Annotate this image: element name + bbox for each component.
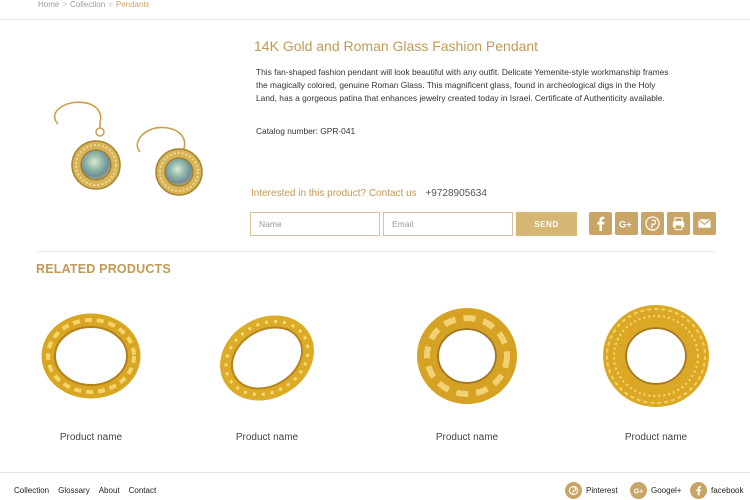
mail-share-button[interactable]	[693, 212, 716, 235]
google-plus-share-button[interactable]: G+	[615, 212, 638, 235]
pinterest-icon	[645, 216, 660, 231]
name-input[interactable]	[250, 212, 380, 236]
related-product-card[interactable]: Product name	[212, 300, 332, 450]
product-name[interactable]: Product name	[601, 432, 711, 443]
contact-line: Interested in this product? Contact us +…	[251, 188, 487, 199]
footer: Collection Glossary About Contact Pinter…	[0, 472, 750, 500]
footer-facebook-label: facebook	[711, 486, 744, 495]
footer-pinterest-link[interactable]: Pinterest	[565, 482, 618, 499]
svg-text:G+: G+	[619, 219, 632, 229]
google-plus-icon: G+	[619, 219, 632, 229]
footer-googleplus-label: Googel+	[651, 486, 682, 495]
related-product-card[interactable]: Product name	[412, 300, 532, 450]
breadcrumb-current: Pendants	[115, 0, 150, 9]
breadcrumb: Home > Collection > Pendants	[38, 0, 150, 10]
print-icon	[672, 217, 685, 231]
product-name[interactable]: Product name	[412, 432, 522, 443]
footer-link-about[interactable]: About	[99, 486, 120, 495]
breadcrumb-home[interactable]: Home	[38, 0, 59, 10]
google-plus-icon: G+	[630, 482, 647, 499]
product-thumbnail	[220, 315, 314, 401]
contact-phone[interactable]: +9728905634	[425, 188, 486, 199]
footer-pinterest-label: Pinterest	[586, 486, 618, 495]
send-button[interactable]: SEND	[516, 212, 577, 236]
footer-facebook-link[interactable]: facebook	[690, 482, 743, 499]
footer-link-collection[interactable]: Collection	[14, 486, 49, 495]
facebook-icon	[597, 216, 605, 231]
related-product-card[interactable]: Product name	[601, 300, 721, 450]
product-thumbnail	[603, 305, 709, 407]
footer-link-glossary[interactable]: Glossary	[58, 486, 90, 495]
product-name[interactable]: Product name	[212, 432, 322, 443]
product-name[interactable]: Product name	[36, 432, 146, 443]
facebook-share-button[interactable]	[589, 212, 612, 235]
related-product-card[interactable]: Product name	[36, 300, 156, 450]
top-bar: Home > Collection > Pendants	[0, 0, 750, 20]
catalog-number: Catalog number: GPR-041	[256, 126, 356, 136]
email-input[interactable]	[383, 212, 513, 236]
facebook-icon	[690, 482, 707, 499]
section-divider	[38, 251, 714, 252]
mail-icon	[698, 218, 711, 228]
breadcrumb-collection[interactable]: Collection	[70, 0, 105, 10]
product-image	[53, 101, 203, 196]
product-thumbnail	[41, 313, 141, 399]
contact-question: Interested in this product? Contact us	[251, 188, 417, 199]
svg-text:G+: G+	[634, 488, 643, 495]
breadcrumb-separator: >	[108, 0, 113, 9]
print-button[interactable]	[667, 212, 690, 235]
footer-googleplus-link[interactable]: G+ Googel+	[630, 482, 681, 499]
breadcrumb-separator: >	[62, 0, 68, 9]
related-products-heading: RELATED PRODUCTS	[36, 262, 171, 276]
footer-link-contact[interactable]: Contact	[129, 486, 157, 495]
pinterest-share-button[interactable]	[641, 212, 664, 235]
product-description: This fan-shaped fashion pendant will loo…	[256, 67, 669, 103]
product-title: 14K Gold and Roman Glass Fashion Pendant	[254, 38, 539, 54]
product-thumbnail	[417, 308, 517, 404]
footer-nav: Collection Glossary About Contact	[14, 486, 156, 495]
pinterest-icon	[565, 482, 582, 499]
